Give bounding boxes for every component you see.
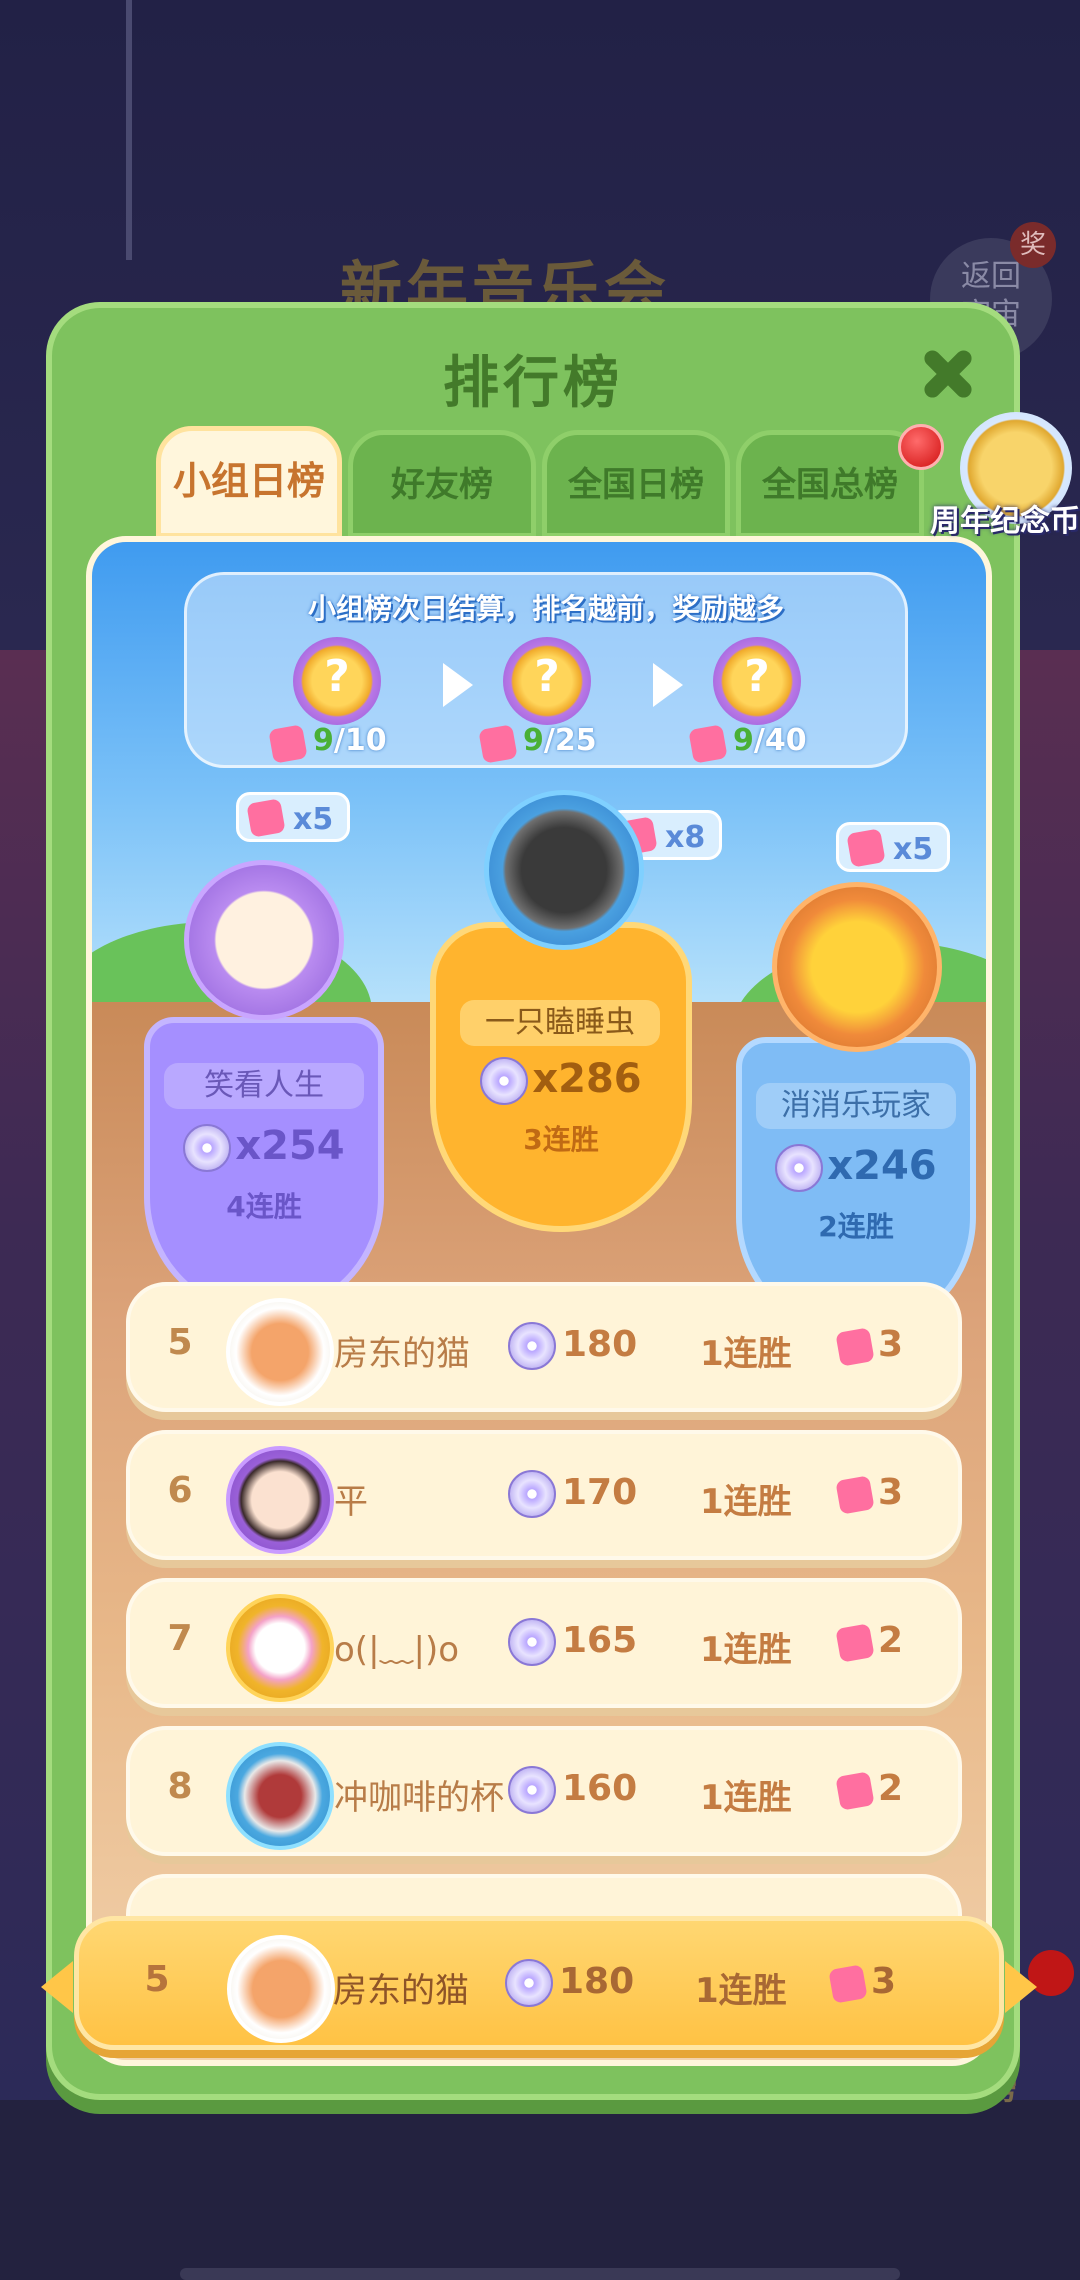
avatar-second[interactable] <box>184 860 344 1020</box>
player-score: 160 <box>562 1768 638 1809</box>
my-score: 180 <box>559 1961 635 2002</box>
avatar[interactable] <box>226 1594 334 1702</box>
player-score: 170 <box>562 1472 638 1513</box>
rank-number: 7 <box>167 1618 193 1659</box>
podium-third-score: x246 <box>742 1143 970 1192</box>
podium-first[interactable]: 一只瞌睡虫 x286 3连胜 <box>430 922 692 1232</box>
player-name: 平 <box>334 1482 368 1522</box>
puzzle-piece-icon <box>835 1475 875 1515</box>
lantern-string <box>126 0 132 260</box>
puzzle-piece-icon <box>835 1623 875 1663</box>
avatar[interactable] <box>226 1742 334 1850</box>
player-streak: 1连胜 <box>700 1778 792 1818</box>
mystery-reward-icon[interactable]: ? <box>293 637 381 725</box>
podium-first-score: x286 <box>436 1056 686 1105</box>
podium-second-name: 笑看人生 <box>164 1063 364 1109</box>
tab-national-daily[interactable]: 全国日榜 <box>542 430 730 538</box>
piece-count: 2 <box>878 1620 904 1661</box>
player-streak: 1连胜 <box>700 1482 792 1522</box>
disc-icon <box>183 1124 232 1172</box>
third-pieces-bubble: x5 <box>836 822 950 872</box>
my-player-name: 房东的猫 <box>333 1971 469 2011</box>
leaderboard-panel: 排行榜 小组日榜 好友榜 全国日榜 全国总榜 小组榜次日结算，排名越前，奖励越多… <box>41 302 1037 2100</box>
rank-number: 5 <box>167 1322 193 1363</box>
panel-title: 排行榜 <box>443 351 623 416</box>
background-bottom <box>0 2100 1080 2280</box>
list-item[interactable]: 5 房东的猫 180 1连胜 3 <box>126 1282 962 1412</box>
podium-second[interactable]: 笑看人生 x254 4连胜 <box>144 1017 384 1317</box>
piece-count: 3 <box>878 1472 904 1513</box>
avatar[interactable] <box>226 1298 334 1406</box>
disc-icon <box>480 1057 529 1105</box>
mystery-reward-icon[interactable]: ? <box>503 637 591 725</box>
disc-icon <box>775 1144 824 1192</box>
my-rank-number: 5 <box>144 1959 170 2000</box>
player-score: 165 <box>562 1620 638 1661</box>
notification-dot <box>898 424 944 470</box>
second-pieces-bubble: x5 <box>236 792 350 842</box>
puzzle-piece-icon <box>835 1327 875 1367</box>
award-badge: 奖 <box>1010 222 1056 268</box>
podium-first-name: 一只瞌睡虫 <box>460 1000 660 1046</box>
piece-count: 3 <box>878 1324 904 1365</box>
list-item[interactable]: 6 平 170 1连胜 3 <box>126 1430 962 1560</box>
disc-icon <box>508 1470 560 1518</box>
rank-number: 6 <box>167 1470 193 1511</box>
puzzle-piece-icon <box>268 724 308 764</box>
reward-info-text: 小组榜次日结算，排名越前，奖励越多 <box>307 592 784 625</box>
puzzle-piece-icon <box>688 724 728 764</box>
player-name: o(|﹏|)o <box>334 1630 460 1670</box>
tab-national-total[interactable]: 全国总榜 <box>736 430 924 538</box>
my-avatar[interactable] <box>227 1935 335 2043</box>
player-streak: 1连胜 <box>700 1630 792 1670</box>
avatar-third[interactable] <box>772 882 942 1052</box>
puzzle-piece-icon <box>835 1771 875 1811</box>
close-icon[interactable] <box>912 338 984 410</box>
tab-friends[interactable]: 好友榜 <box>348 430 536 538</box>
player-streak: 1连胜 <box>700 1334 792 1374</box>
avatar[interactable] <box>226 1446 334 1554</box>
tab-group-daily[interactable]: 小组日榜 <box>156 426 342 538</box>
avatar-first[interactable] <box>484 790 644 950</box>
list-item[interactable]: 8 冲咖啡的杯 160 1连胜 2 <box>126 1726 962 1856</box>
disc-icon <box>508 1322 560 1370</box>
player-score: 180 <box>562 1324 638 1365</box>
podium-third-streak: 2连胜 <box>818 1210 894 1243</box>
reward-info-box: 小组榜次日结算，排名越前，奖励越多 ? ? ? 9/10 9/25 9/40 <box>184 572 908 768</box>
disc-icon <box>505 1959 557 2007</box>
player-name: 房东的猫 <box>334 1334 470 1374</box>
player-name: 冲咖啡的杯 <box>334 1778 504 1818</box>
home-indicator[interactable] <box>180 2268 900 2280</box>
reward-progress-1: 9/10 <box>313 723 387 758</box>
mystery-reward-icon[interactable]: ? <box>713 637 801 725</box>
podium-second-streak: 4连胜 <box>226 1190 302 1223</box>
puzzle-piece-icon <box>478 724 518 764</box>
piece-count: 2 <box>878 1768 904 1809</box>
anniversary-coin-label[interactable]: 周年纪念币 <box>930 496 1080 540</box>
leaderboard-content: 小组榜次日结算，排名越前，奖励越多 ? ? ? 9/10 9/25 9/40 x… <box>86 536 992 2066</box>
disc-icon <box>508 1766 560 1814</box>
my-streak: 1连胜 <box>695 1971 787 2011</box>
arrow-right-icon <box>443 663 473 707</box>
reward-progress-3: 9/40 <box>733 723 807 758</box>
disc-icon <box>508 1618 560 1666</box>
my-piece-count: 3 <box>871 1961 897 2002</box>
my-rank-row[interactable]: 5 房东的猫 180 1连胜 3 <box>41 1916 1037 2050</box>
list-item[interactable]: 7 o(|﹏|)o 165 1连胜 2 <box>126 1578 962 1708</box>
reward-progress-2: 9/25 <box>523 723 597 758</box>
podium-second-score: x254 <box>150 1123 378 1172</box>
podium-first-streak: 3连胜 <box>523 1123 599 1156</box>
puzzle-piece-icon <box>246 798 286 838</box>
arrow-right-icon <box>653 663 683 707</box>
rank-number: 8 <box>167 1766 193 1807</box>
puzzle-piece-icon <box>846 828 886 868</box>
puzzle-piece-icon <box>828 1964 868 2004</box>
podium-third-name: 消消乐玩家 <box>756 1083 956 1129</box>
